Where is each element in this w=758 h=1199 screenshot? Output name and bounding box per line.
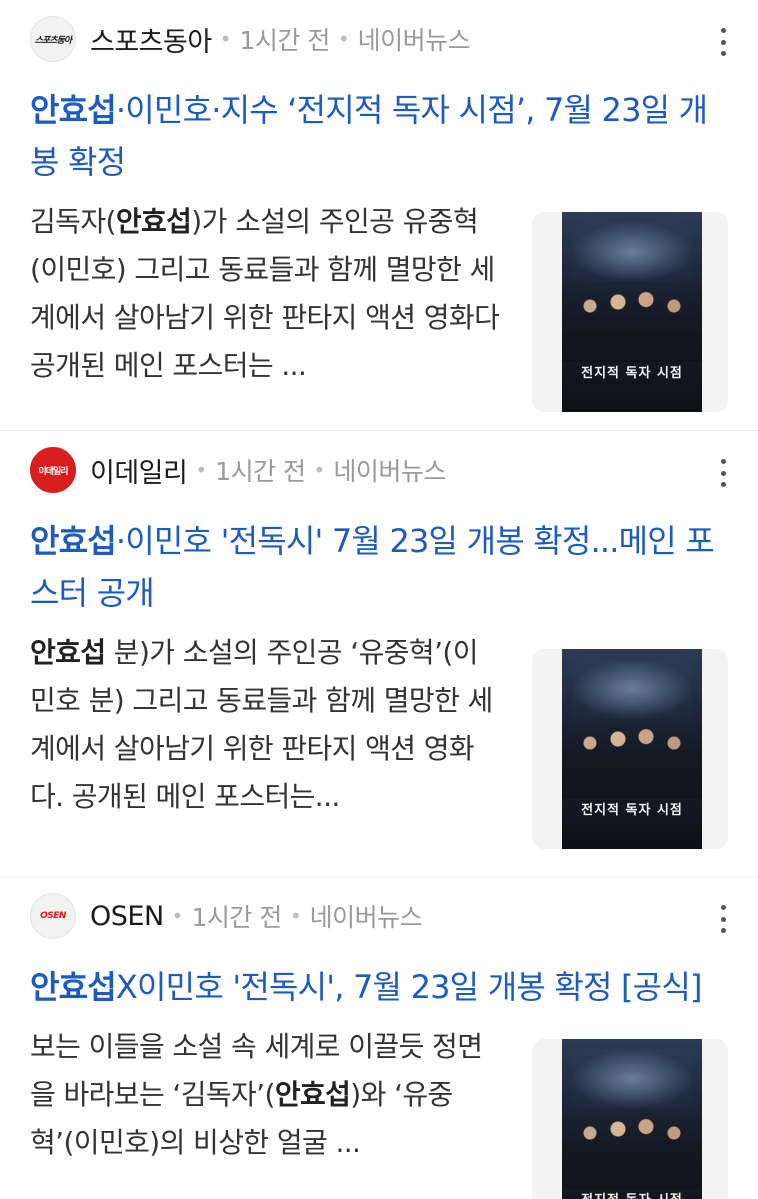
article-body: 김독자(안효섭)가 소설의 주인공 유중혁(이민호) 그리고 동료들과 함께 멸…	[30, 198, 728, 412]
article-headline[interactable]: 안효섭X이민호 '전독시', 7월 23일 개봉 확정 [공식]	[30, 961, 728, 1013]
platform-link[interactable]: 네이버뉴스	[310, 898, 423, 934]
snippet-keyword: 안효섭	[274, 1078, 351, 1111]
source-logo-text: 이데일리	[38, 466, 68, 477]
headline-keyword: 안효섭	[30, 91, 117, 129]
snippet-keyword: 안효섭	[30, 636, 106, 669]
article-body: 보는 이들을 소설 속 세계로 이끌듯 정면을 바라보는 ‘김독자’(안효섭)와…	[30, 1023, 728, 1199]
source-logo[interactable]: OSEN	[30, 893, 76, 939]
source-logo[interactable]: 이데일리	[30, 447, 76, 493]
separator-dot: •	[219, 27, 232, 51]
more-options-icon[interactable]	[716, 459, 730, 487]
headline-text: ·이민호·지수 ‘전지적 독자 시점’, 7월 23일 개봉 확정	[30, 91, 708, 181]
separator-dot: •	[313, 458, 326, 482]
platform-link[interactable]: 네이버뉴스	[333, 452, 446, 488]
headline-text: X이민호 '전독시', 7월 23일 개봉 확정 [공식]	[115, 968, 703, 1006]
article-snippet: 김독자(안효섭)가 소설의 주인공 유중혁(이민호) 그리고 동료들과 함께 멸…	[30, 198, 500, 412]
article-snippet: 안효섭 분)가 소설의 주인공 ‘유중혁’(이민호 분) 그리고 동료들과 함께…	[30, 629, 500, 849]
publish-time: 1시간 전	[239, 26, 331, 55]
poster-title: 전지적 독자 시점	[581, 366, 683, 381]
article-snippet: 보는 이들을 소설 속 세계로 이끌듯 정면을 바라보는 ‘김독자’(안효섭)와…	[30, 1023, 500, 1199]
news-feed: 스포츠동아 스포츠동아 • 1시간 전 • 네이버뉴스 안효섭·이민호·지수 ‘…	[0, 0, 758, 1199]
news-article: OSEN OSEN • 1시간 전 • 네이버뉴스 안효섭X이민호 '전독시',…	[0, 876, 758, 1199]
source-row: 스포츠동아 스포츠동아 • 1시간 전 • 네이버뉴스	[30, 0, 728, 64]
source-row: 이데일리 이데일리 • 1시간 전 • 네이버뉴스	[30, 431, 728, 495]
headline-keyword: 안효섭	[30, 968, 117, 1006]
source-logo-text: 스포츠동아	[34, 35, 72, 46]
movie-poster-image: 전지적 독자 시점	[562, 649, 702, 849]
headline-keyword: 안효섭	[30, 522, 117, 560]
movie-poster-image: 전지적 독자 시점	[562, 1039, 702, 1199]
article-headline[interactable]: 안효섭·이민호 '전독시' 7월 23일 개봉 확정...메인 포스터 공개	[30, 515, 728, 619]
separator-dot: •	[195, 458, 208, 482]
publish-time: 1시간 전	[191, 903, 282, 932]
poster-title: 전지적 독자 시점	[581, 803, 683, 818]
snippet-keyword: 안효섭	[115, 205, 192, 238]
separator-dot: •	[171, 904, 184, 928]
source-row: OSEN OSEN • 1시간 전 • 네이버뉴스	[30, 877, 728, 941]
more-options-icon[interactable]	[716, 28, 730, 56]
article-body: 안효섭 분)가 소설의 주인공 ‘유중혁’(이민호 분) 그리고 동료들과 함께…	[30, 629, 728, 849]
article-headline[interactable]: 안효섭·이민호·지수 ‘전지적 독자 시점’, 7월 23일 개봉 확정	[30, 84, 728, 188]
separator-dot: •	[289, 904, 302, 928]
source-name[interactable]: 스포츠동아	[90, 20, 212, 59]
article-thumbnail[interactable]: 전지적 독자 시점	[532, 1039, 728, 1199]
article-thumbnail[interactable]: 전지적 독자 시점	[532, 649, 728, 849]
article-thumbnail[interactable]: 전지적 독자 시점	[532, 212, 728, 412]
news-article: 이데일리 이데일리 • 1시간 전 • 네이버뉴스 안효섭·이민호 '전독시' …	[0, 430, 758, 876]
separator-dot: •	[337, 27, 350, 51]
poster-title: 전지적 독자 시점	[562, 1189, 702, 1199]
publish-time: 1시간 전	[215, 457, 306, 486]
source-name[interactable]: OSEN	[90, 901, 164, 932]
source-name[interactable]: 이데일리	[90, 451, 188, 490]
movie-poster-image: 전지적 독자 시점	[562, 212, 702, 412]
source-logo[interactable]: 스포츠동아	[30, 16, 76, 62]
more-options-icon[interactable]	[716, 905, 730, 933]
source-logo-text: OSEN	[40, 911, 66, 921]
headline-text: ·이민호 '전독시' 7월 23일 개봉 확정...메인 포스터 공개	[30, 522, 715, 612]
news-article: 스포츠동아 스포츠동아 • 1시간 전 • 네이버뉴스 안효섭·이민호·지수 ‘…	[0, 0, 758, 430]
snippet-text-pre: 김독자(	[30, 205, 116, 238]
platform-link[interactable]: 네이버뉴스	[358, 21, 471, 57]
